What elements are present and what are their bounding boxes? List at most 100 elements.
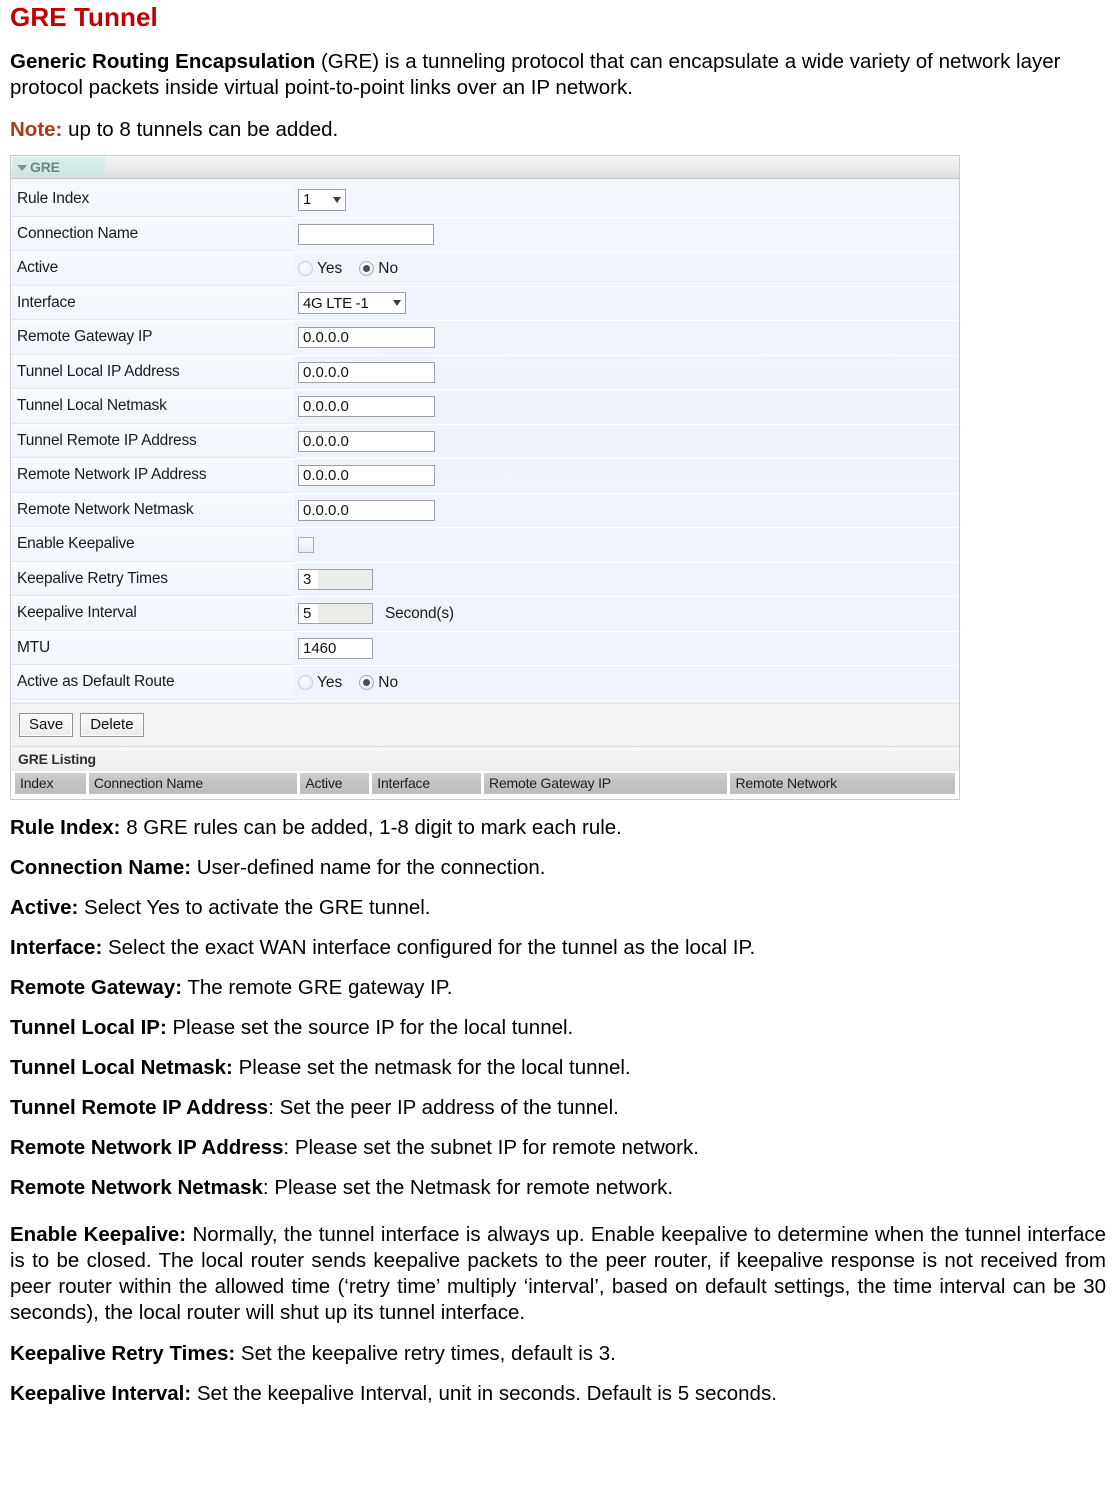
desc-rule-index: 8 GRE rules can be added, 1-8 digit to m… bbox=[120, 815, 622, 839]
interface-select[interactable]: 4G LTE -1 bbox=[298, 292, 406, 315]
field-remote-network-netmask bbox=[294, 494, 959, 528]
mtu-input[interactable] bbox=[298, 637, 373, 659]
label-active: Active bbox=[11, 252, 294, 286]
term-remote-network-ip: Remote Network IP Address bbox=[10, 1135, 284, 1159]
tunnel-remote-ip-input[interactable] bbox=[298, 430, 435, 452]
desc-active: Select Yes to activate the GRE tunnel. bbox=[78, 895, 431, 919]
rule-index-value: 1 bbox=[303, 191, 312, 209]
label-mtu: MTU bbox=[11, 631, 294, 665]
column-header-interface: Interface bbox=[372, 772, 483, 794]
field-tunnel-local-ip bbox=[294, 356, 959, 390]
field-rule-index: 1 bbox=[294, 183, 959, 217]
field-connection-name bbox=[294, 218, 959, 252]
active-radio-yes[interactable]: Yes bbox=[298, 260, 342, 278]
label-remote-network-ip: Remote Network IP Address bbox=[11, 459, 294, 493]
field-remote-gateway-ip bbox=[294, 321, 959, 355]
keepalive-interval-input[interactable] bbox=[298, 603, 373, 625]
triangle-down-icon[interactable] bbox=[17, 164, 27, 171]
form-row-connection-name: Connection Name bbox=[11, 217, 959, 252]
definition-tunnel-remote-ip: Tunnel Remote IP Address: Set the peer I… bbox=[10, 1095, 1106, 1120]
label-connection-name: Connection Name bbox=[11, 217, 294, 251]
term-connection-name: Connection Name: bbox=[10, 855, 192, 879]
form-row-interface: Interface 4G LTE -1 bbox=[11, 286, 959, 321]
remote-gateway-ip-input[interactable] bbox=[298, 327, 435, 349]
desc-keepalive-retry-times: Set the keepalive retry times, default i… bbox=[235, 1341, 616, 1365]
remote-network-netmask-input[interactable] bbox=[298, 499, 435, 521]
desc-keepalive-interval: Set the keepalive Interval, unit in seco… bbox=[191, 1381, 777, 1405]
term-rule-index: Rule Index: bbox=[10, 815, 121, 839]
term-remote-network-netmask: Remote Network Netmask bbox=[10, 1175, 263, 1199]
gre-form: Rule Index 1 Connection Name Active Yes … bbox=[11, 179, 959, 703]
label-enable-keepalive: Enable Keepalive bbox=[11, 528, 294, 562]
label-interface: Interface bbox=[11, 286, 294, 320]
term-remote-gateway: Remote Gateway: bbox=[10, 975, 183, 999]
default-route-radio-group: Yes No bbox=[298, 674, 398, 692]
tunnel-local-netmask-input[interactable] bbox=[298, 396, 435, 418]
form-row-tunnel-remote-ip: Tunnel Remote IP Address bbox=[11, 424, 959, 459]
keepalive-paragraph: Enable Keepalive: Normally, the tunnel i… bbox=[10, 1222, 1106, 1326]
active-no-label: No bbox=[378, 259, 399, 277]
chevron-down-icon bbox=[333, 196, 341, 203]
note-label: Note: bbox=[10, 118, 63, 141]
field-active-as-default-route: Yes No bbox=[294, 666, 959, 700]
save-button[interactable]: Save bbox=[19, 712, 74, 737]
desc-remote-network-ip: : Please set the subnet IP for remote ne… bbox=[283, 1135, 699, 1159]
desc-connection-name: User-defined name for the connection. bbox=[191, 855, 546, 879]
radio-unselected-icon bbox=[298, 261, 313, 277]
active-radio-no[interactable]: No bbox=[359, 260, 398, 278]
column-header-remote-gateway: Remote Gateway IP bbox=[484, 772, 729, 794]
label-tunnel-local-ip: Tunnel Local IP Address bbox=[11, 355, 294, 389]
keepalive-retry-times-input[interactable] bbox=[298, 568, 373, 590]
column-header-index: Index bbox=[15, 772, 87, 794]
field-keepalive-interval: Second(s) bbox=[294, 597, 959, 631]
desc-remote-gateway: The remote GRE gateway IP. bbox=[182, 975, 453, 999]
gre-listing-table-header: Index Connection Name Active Interface R… bbox=[11, 770, 959, 799]
connection-name-input[interactable] bbox=[298, 223, 434, 245]
term-tunnel-local-netmask: Tunnel Local Netmask: bbox=[10, 1055, 233, 1079]
column-header-active: Active bbox=[300, 772, 371, 794]
default-route-radio-no[interactable]: No bbox=[359, 674, 398, 692]
definition-tunnel-local-netmask: Tunnel Local Netmask: Please set the net… bbox=[10, 1055, 1106, 1080]
panel-titlebar[interactable]: GRE bbox=[11, 156, 959, 179]
form-row-mtu: MTU bbox=[11, 631, 959, 666]
rule-index-select[interactable]: 1 bbox=[298, 188, 346, 211]
column-header-remote-network: Remote Network bbox=[730, 772, 955, 794]
gre-config-panel: GRE Rule Index 1 Connection Name Active … bbox=[10, 155, 960, 800]
definition-remote-gateway: Remote Gateway: The remote GRE gateway I… bbox=[10, 975, 1106, 1000]
interface-value: 4G LTE -1 bbox=[303, 294, 369, 312]
desc-tunnel-remote-ip: : Set the peer IP address of the tunnel. bbox=[268, 1095, 619, 1119]
label-remote-network-netmask: Remote Network Netmask bbox=[11, 493, 294, 527]
intro-bold-term: Generic Routing Encapsulation bbox=[10, 50, 316, 73]
keepalive-interval-unit: Second(s) bbox=[385, 604, 454, 622]
intro-paragraph: Generic Routing Encapsulation (GRE) is a… bbox=[10, 49, 1106, 101]
label-active-as-default-route: Active as Default Route bbox=[11, 666, 294, 700]
term-keepalive-interval: Keepalive Interval: bbox=[10, 1381, 192, 1405]
field-remote-network-ip bbox=[294, 459, 959, 493]
active-yes-label: Yes bbox=[317, 259, 343, 277]
form-row-active: Active Yes No bbox=[11, 252, 959, 287]
default-route-radio-yes[interactable]: Yes bbox=[298, 674, 342, 692]
term-active: Active: bbox=[10, 895, 79, 919]
delete-button[interactable]: Delete bbox=[80, 712, 144, 737]
enable-keepalive-checkbox[interactable] bbox=[298, 536, 314, 553]
page-title: GRE Tunnel bbox=[10, 2, 158, 32]
gre-listing-title: GRE Listing bbox=[11, 745, 959, 771]
remote-network-ip-input[interactable] bbox=[298, 465, 435, 487]
term-tunnel-remote-ip: Tunnel Remote IP Address bbox=[10, 1095, 269, 1119]
label-keepalive-interval: Keepalive Interval bbox=[11, 597, 294, 631]
label-tunnel-remote-ip: Tunnel Remote IP Address bbox=[11, 424, 294, 458]
form-button-bar: Save Delete bbox=[11, 702, 959, 746]
definition-interface: Interface: Select the exact WAN interfac… bbox=[10, 935, 1106, 960]
form-row-rule-index: Rule Index 1 bbox=[11, 183, 959, 218]
tail-definition-list: Keepalive Retry Times: Set the keepalive… bbox=[8, 1341, 1106, 1406]
tunnel-local-ip-input[interactable] bbox=[298, 361, 435, 383]
term-keepalive-retry-times: Keepalive Retry Times: bbox=[10, 1341, 236, 1365]
form-row-remote-network-ip: Remote Network IP Address bbox=[11, 459, 959, 494]
desc-interface: Select the exact WAN interface configure… bbox=[102, 935, 756, 959]
definition-list: Rule Index: 8 GRE rules can be added, 1-… bbox=[8, 815, 1106, 1200]
definition-keepalive-interval: Keepalive Interval: Set the keepalive In… bbox=[10, 1381, 1106, 1406]
label-keepalive-retry-times: Keepalive Retry Times bbox=[11, 562, 294, 596]
definition-tunnel-local-ip: Tunnel Local IP: Please set the source I… bbox=[10, 1015, 1106, 1040]
radio-selected-icon bbox=[359, 261, 375, 277]
form-row-tunnel-local-netmask: Tunnel Local Netmask bbox=[11, 390, 959, 425]
